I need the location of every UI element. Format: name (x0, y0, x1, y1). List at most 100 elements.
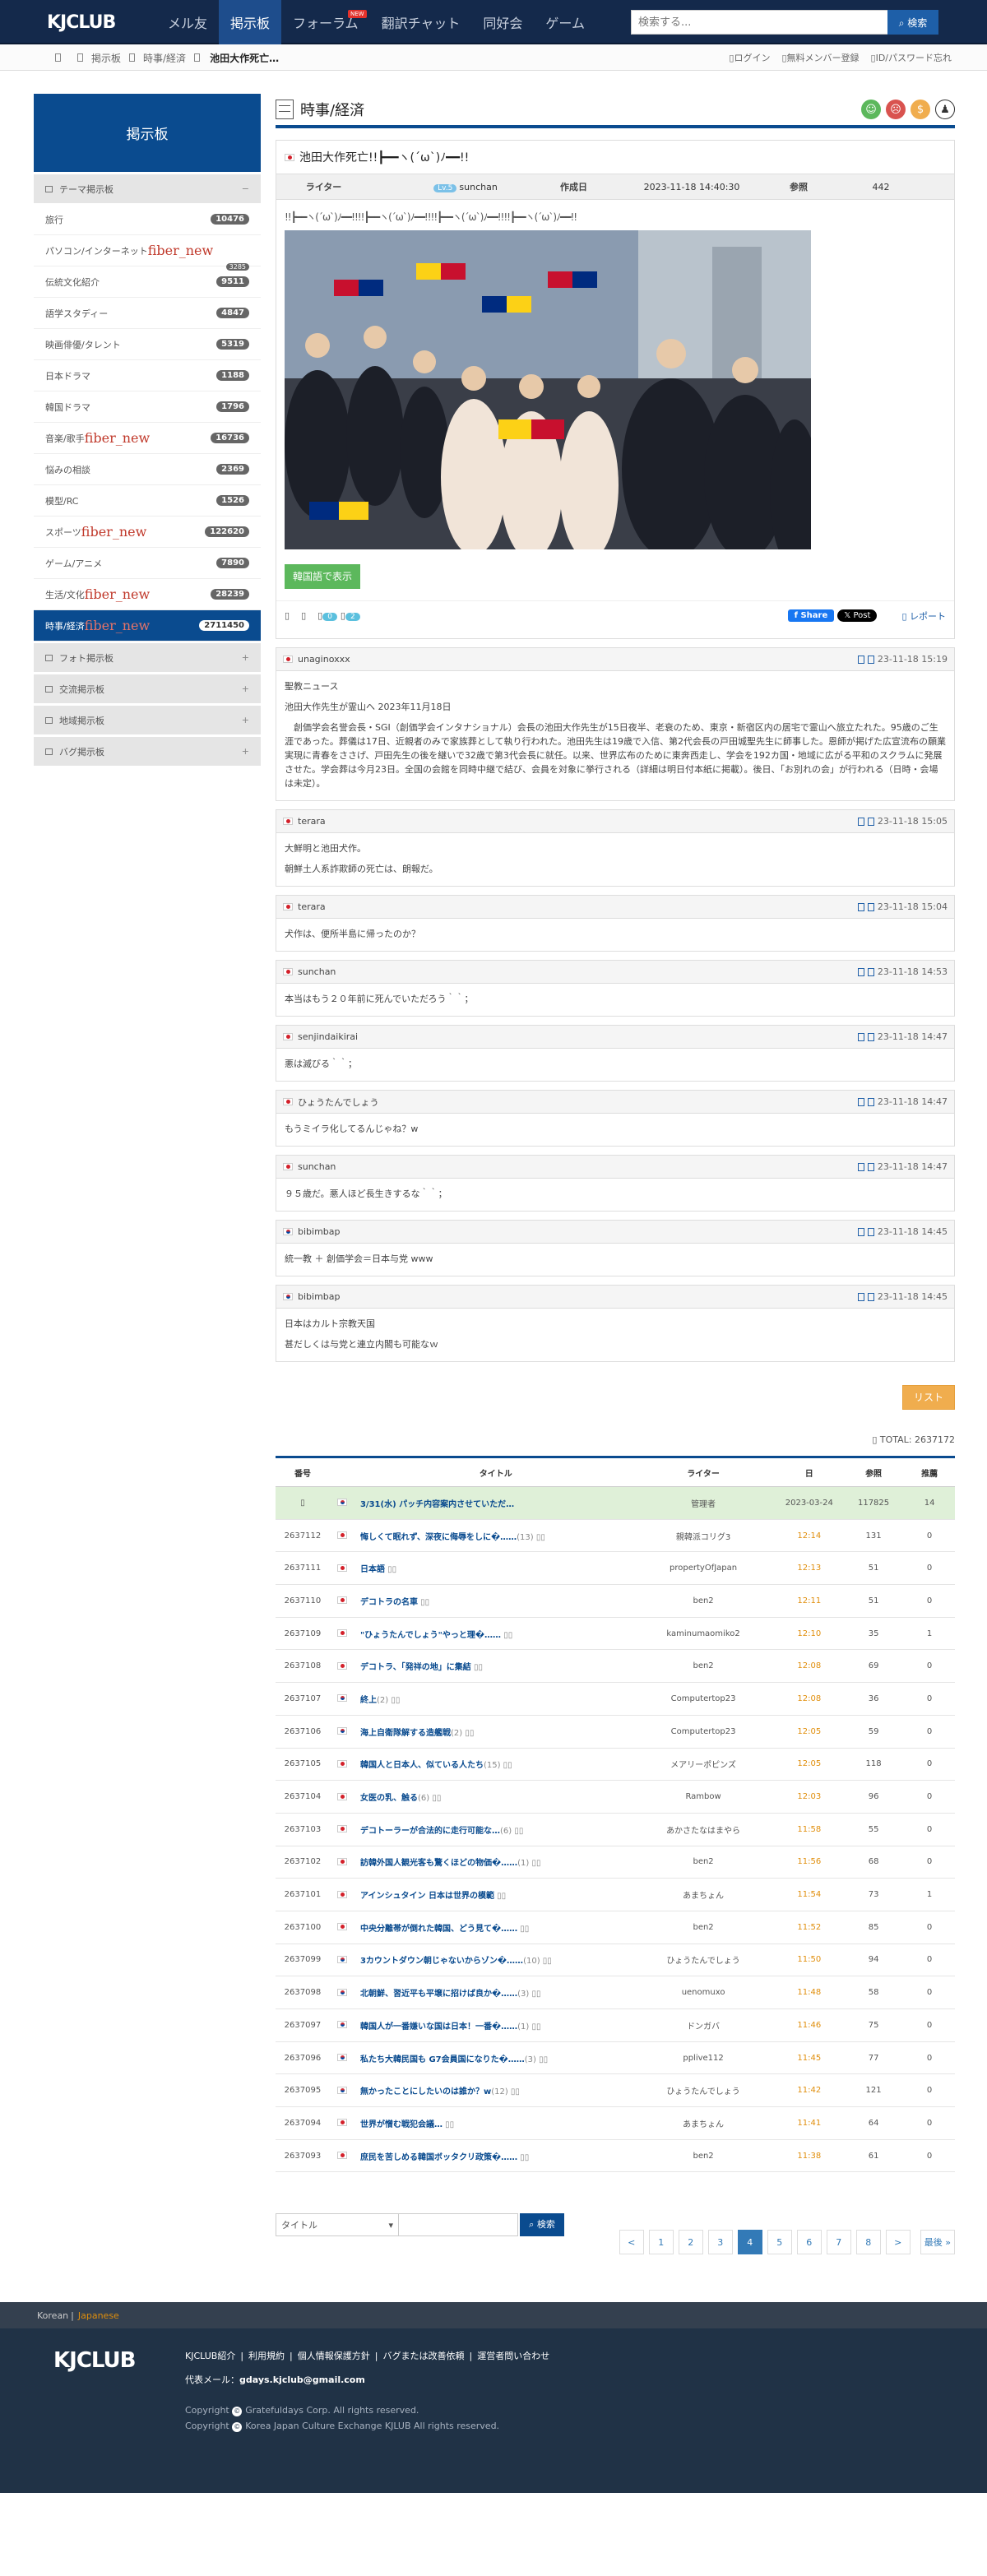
sidebar-item-7[interactable]: 音楽/歌手 fiber_new 16736 (34, 423, 261, 454)
table-row[interactable]: 2637110 デコトラの名車 ▯▯ ben2 12:11 51 0 (276, 1584, 955, 1618)
menu-item-5[interactable]: ゲーム (534, 0, 596, 44)
alert-icon[interactable] (867, 1032, 874, 1041)
row-writer[interactable]: Computertop23 (631, 1715, 776, 1749)
page-8[interactable]: 8 (855, 2230, 881, 2255)
page-1[interactable]: 1 (648, 2230, 674, 2255)
reply-icon[interactable] (857, 967, 864, 976)
bookmark-icon[interactable]: ▯ (301, 610, 306, 621)
row-title[interactable]: 3カウントダウン朝じゃないからゾン�……(10) ▯▯ (359, 1944, 632, 1977)
page-4[interactable]: 4 (737, 2230, 762, 2255)
footer-link-4[interactable]: 運営者問い合わせ (477, 2348, 549, 2364)
board-search-button[interactable]: ⌕ 検索 (520, 2213, 564, 2237)
table-row[interactable]: 2637098 北朝鮮、習近平も平壌に招けば良か�……(3) ▯▯ uenomuxo… (276, 1976, 955, 2009)
row-title[interactable]: 私たち大韓民国も G7会員国になりた�……(3) ▯▯ (359, 2041, 632, 2075)
lang-korean[interactable]: Korean (37, 2310, 68, 2321)
alert-icon[interactable] (867, 1097, 874, 1106)
table-row[interactable]: 2637096 私たち大韓民国も G7会員国になりた�……(3) ▯▯ pplive… (276, 2041, 955, 2075)
alert-icon[interactable] (867, 902, 874, 911)
reply-icon[interactable] (857, 1097, 864, 1106)
table-row[interactable]: 2637109 "ひょうたんでしょう"やっと理�…… ▯▯ kaminumaomik… (276, 1617, 955, 1651)
row-writer[interactable]: あまちょん (631, 1878, 776, 1911)
row-writer[interactable]: uenomuxo (631, 1976, 776, 2009)
reply-icon[interactable] (857, 1162, 864, 1171)
comment-author[interactable]: sunchan (298, 1161, 336, 1172)
table-row[interactable]: 2637097 韓国人が一番嫌いな国は日本！一番�……(1) ▯▯ ドンガバ 11:4… (276, 2008, 955, 2042)
sidebar-item-13[interactable]: 時事/経済 fiber_new 2711450 (34, 610, 261, 642)
sidebar-section-2[interactable]: 地域掲示板 + (34, 706, 261, 735)
post-photo[interactable] (285, 230, 811, 549)
row-title[interactable]: 中央分離帯が倒れた韓国、どう見て�…… ▯▯ (359, 1911, 632, 1944)
table-row[interactable]: 2637104 女医の乳、触る(6) ▯▯ Rambow 12:03 96 0 (276, 1780, 955, 1814)
sidebar-item-9[interactable]: 模型/RC 1526 (34, 485, 261, 517)
sidebar-item-0[interactable]: 旅行 10476 (34, 204, 261, 235)
table-row[interactable]: 2637112 悔しくて眠れず、深夜に侮辱をしに�……(13) ▯▯ 親韓派コリグ3… (276, 1519, 955, 1553)
table-row[interactable]: 2637107 終上(2) ▯▯ Computertop23 12:08 36 0 (276, 1682, 955, 1716)
list-button[interactable]: リスト (902, 1385, 955, 1410)
sidebar-item-5[interactable]: 日本ドラマ 1188 (34, 360, 261, 391)
sidebar-item-6[interactable]: 韓国ドラマ 1796 (34, 391, 261, 423)
dislike-button[interactable]: ▯ 2 (341, 610, 360, 621)
menu-item-0[interactable]: メル友 (156, 0, 219, 44)
coin-icon[interactable]: $ (911, 100, 930, 119)
comment-author[interactable]: ひょうたんでしょう (298, 1096, 378, 1109)
login-link[interactable]: ▯ログイン (729, 51, 770, 64)
comment-author[interactable]: bibimbap (298, 1226, 341, 1237)
mail-address[interactable]: gdays.kjclub@gmail.com (239, 2374, 365, 2385)
row-title[interactable]: 海上自衛隊解する造艦戦(2) ▯▯ (359, 1715, 632, 1749)
menu-item-1[interactable]: 掲示板 (219, 0, 282, 44)
page-prev[interactable]: < (619, 2230, 644, 2255)
users-icon[interactable]: ♟ (935, 100, 955, 119)
row-writer[interactable]: propertyOfJapan (631, 1551, 776, 1586)
row-writer[interactable]: ben2 (631, 2139, 776, 2173)
table-row[interactable]: 2637103 デコトーラーが合法的に走行可能な…(6) ▯▯ あかさたなはまやら 1… (276, 1813, 955, 1846)
reply-icon[interactable] (857, 655, 864, 664)
footer-link-3[interactable]: バグまたは改善依頼 (382, 2348, 464, 2364)
row-writer[interactable]: 親韓派コリグ3 (631, 1519, 776, 1553)
row-title[interactable]: デコトラ、「発祥の地」に集結 ▯▯ (359, 1649, 632, 1684)
row-writer[interactable]: あかさたなはまやら (631, 1813, 776, 1846)
notice-title[interactable]: 3/31(水) パッチ内容案内させていただ… (359, 1486, 632, 1520)
table-row[interactable]: 2637094 世界が憎む戦犯会議… ▯▯ あまちょん 11:41 64 0 (276, 2106, 955, 2140)
reply-icon[interactable] (857, 1032, 864, 1041)
menu-item-4[interactable]: 同好会 (471, 0, 534, 44)
table-row[interactable]: 2637099 3カウントダウン朝じゃないからゾン�……(10) ▯▯ ひょうたんで… (276, 1944, 955, 1977)
table-row[interactable]: 2637102 訪韓外国人観光客も驚くほどの物価�……(1) ▯▯ ben2 11:5… (276, 1846, 955, 1879)
row-writer[interactable]: ben2 (631, 1911, 776, 1944)
page-last[interactable]: 最後 » (920, 2230, 955, 2255)
reply-icon[interactable] (857, 1227, 864, 1236)
table-row[interactable]: 2637108 デコトラ、「発祥の地」に集結 ▯▯ ben2 12:08 69 0 (276, 1649, 955, 1684)
row-writer[interactable]: あまちょん (631, 2106, 776, 2140)
board-search-input[interactable] (399, 2213, 518, 2237)
sidebar-item-1[interactable]: パソコン/インターネット fiber_new 3285 (34, 235, 261, 271)
site-logo[interactable]: KJCLUB (29, 0, 156, 44)
menu-item-2[interactable]: フォーラム NEW (281, 0, 370, 44)
row-writer[interactable]: Rambow (631, 1780, 776, 1814)
row-title[interactable]: 庶民を苦しめる韓国ボッタクリ政策�…… ▯▯ (359, 2139, 632, 2173)
sidebar-item-2[interactable]: 伝統文化紹介 9511 (34, 266, 261, 298)
row-title[interactable]: 終上(2) ▯▯ (359, 1682, 632, 1716)
row-title[interactable]: デコトーラーが合法的に走行可能な…(6) ▯▯ (359, 1813, 632, 1846)
sidebar-item-3[interactable]: 語学スタディー 4847 (34, 298, 261, 329)
smile-icon[interactable]: ☺ (861, 100, 881, 119)
alert-icon[interactable] (867, 655, 874, 664)
footer-link-2[interactable]: 個人情報保護方針 (298, 2348, 370, 2364)
sidebar-section-1[interactable]: 交流掲示板 + (34, 674, 261, 704)
row-title[interactable]: デコトラの名車 ▯▯ (359, 1584, 632, 1618)
search-field-select[interactable]: タイトル ▾ (276, 2213, 399, 2237)
search-button[interactable]: ⌕ 検索 (887, 10, 938, 35)
row-title[interactable]: 北朝鮮、習近平も平壌に招けば良か�……(3) ▯▯ (359, 1976, 632, 2009)
row-writer[interactable]: ひょうたんでしょう (631, 2073, 776, 2108)
row-title[interactable]: 日本語 ▯▯ (359, 1551, 632, 1586)
row-writer[interactable]: ben2 (631, 1584, 776, 1618)
comment-author[interactable]: sunchan (298, 966, 336, 977)
menu-item-3[interactable]: 翻訳チャット (370, 0, 472, 44)
sidebar-section-theme[interactable]: テーマ掲示板 − (34, 174, 261, 204)
frown-icon[interactable]: ☹ (886, 100, 906, 119)
report-link[interactable]: ▯ レポート (901, 609, 946, 623)
alert-icon[interactable] (867, 1292, 874, 1301)
breadcrumb-category[interactable]: 時事/経済 (143, 51, 186, 65)
search-input[interactable] (631, 10, 887, 35)
home-icon[interactable] (55, 53, 61, 62)
footer-link-0[interactable]: KJCLUB紹介 (185, 2348, 235, 2364)
footer-link-1[interactable]: 利用規約 (248, 2348, 285, 2364)
